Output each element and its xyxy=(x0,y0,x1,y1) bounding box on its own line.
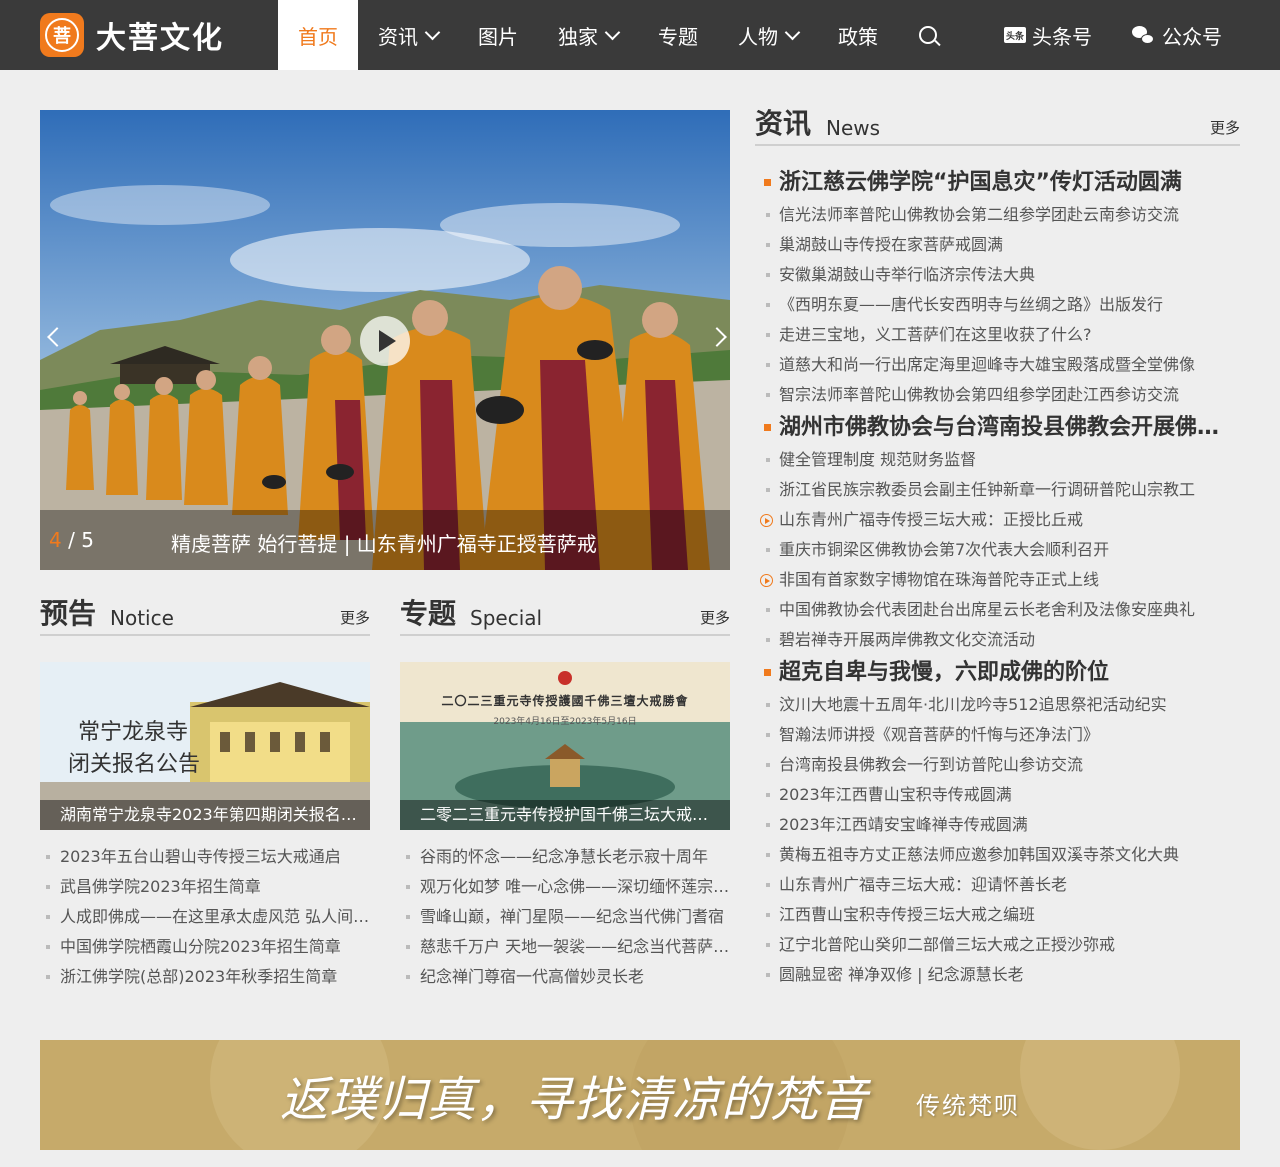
wechat-icon xyxy=(1132,26,1154,44)
special-section-header: 专题 Special 更多 xyxy=(400,597,730,636)
video-news-item[interactable]: 非国有首家数字博物馆在珠海普陀寺正式上线 xyxy=(760,565,1240,595)
search-button[interactable] xyxy=(898,0,958,70)
notice-item[interactable]: 武昌佛学院2023年招生简章 xyxy=(40,872,370,902)
special-card-caption: 二零二三重元寺传授护国千佛三坛大戒法会 xyxy=(400,800,730,830)
logo-icon: 菩 xyxy=(40,13,84,57)
news-item[interactable]: 信光法师率普陀山佛教协会第二组参学团赴云南参访交流 xyxy=(760,200,1240,230)
news-item[interactable]: 江西曹山宝积寺传授三坛大戒之编班 xyxy=(760,900,1240,930)
news-section-header: 资讯 News 更多 xyxy=(755,107,1240,146)
news-item[interactable]: 碧岩禅寺开展两岸佛教文化交流活动 xyxy=(760,625,1240,655)
news-item[interactable]: 圆融显密 禅净双修 | 纪念源慧长老 xyxy=(760,960,1240,990)
special-item[interactable]: 观万化如梦 唯一心念佛——深切缅怀莲宗大德 xyxy=(400,872,730,902)
nav-item-special[interactable]: 专题 xyxy=(638,0,718,70)
banner-title: 返璞归真，寻找清凉的梵音 xyxy=(280,1072,869,1128)
news-headline[interactable]: 浙江慈云佛学院“护国息灾”传灯活动圆满 xyxy=(760,165,1240,200)
nav-item-news[interactable]: 资讯 xyxy=(358,0,458,70)
news-item[interactable]: 健全管理制度 规范财务监督 xyxy=(760,445,1240,475)
search-icon xyxy=(919,26,937,44)
special-item[interactable]: 纪念禅门尊宿一代高僧妙灵长老 xyxy=(400,962,730,992)
news-item[interactable]: 台湾南投县佛教会一行到访普陀山参访交流 xyxy=(760,750,1240,780)
news-item[interactable]: 走进三宝地，义工菩萨们在这里收获了什么? xyxy=(760,320,1240,350)
site-logo[interactable]: 菩 大菩文化 xyxy=(40,13,224,57)
notice-item[interactable]: 浙江佛学院(总部)2023年秋季招生简章 xyxy=(40,962,370,992)
news-item[interactable]: 2023年江西曹山宝积寺传戒圆满 xyxy=(760,780,1240,810)
news-headline[interactable]: 湖州市佛教协会与台湾南投县佛教会开展佛教文化交流 xyxy=(760,410,1240,445)
video-news-item[interactable]: 山东青州广福寺传授三坛大戒：正授比丘戒 xyxy=(760,505,1240,535)
news-item[interactable]: 中国佛教协会代表团赴台出席星云长老舍利及法像安座典礼 xyxy=(760,595,1240,625)
notice-list: 2023年五台山碧山寺传授三坛大戒通启 武昌佛学院2023年招生简章 人成即佛成… xyxy=(40,842,370,992)
news-item[interactable]: 汶川大地震十五周年·北川龙吟寺512追思祭祀活动纪实 xyxy=(760,690,1240,720)
banner-subtitle: 传统梵呗 xyxy=(916,1092,1020,1120)
news-item[interactable]: 巢湖鼓山寺传授在家菩萨戒圆满 xyxy=(760,230,1240,260)
notice-item[interactable]: 2023年五台山碧山寺传授三坛大戒通启 xyxy=(40,842,370,872)
notice-item[interactable]: 中国佛学院栖霞山分院2023年招生简章 xyxy=(40,932,370,962)
nav-item-exclusive[interactable]: 独家 xyxy=(538,0,638,70)
notice-section-header: 预告 Notice 更多 xyxy=(40,597,370,636)
notice-card-caption: 湖南常宁龙泉寺2023年第四期闭关报名公告 xyxy=(40,800,370,830)
news-item[interactable]: 黄梅五祖寺方丈正慈法师应邀参加韩国双溪寺茶文化大典 xyxy=(760,840,1240,870)
slide-caption-bar: 4 / 5 精虔菩萨 始行菩提 | 山东青州广福寺正授菩萨戒 xyxy=(40,510,730,570)
brand-name: 大菩文化 xyxy=(96,21,224,56)
nav-item-people[interactable]: 人物 xyxy=(718,0,818,70)
toutiao-icon: 头条 xyxy=(1004,27,1026,43)
main-nav: 首页 资讯 图片 独家 专题 人物 政策 xyxy=(278,0,958,70)
slide-caption[interactable]: 精虔菩萨 始行菩提 | 山东青州广福寺正授菩萨戒 xyxy=(171,528,597,557)
wechat-link[interactable]: 公众号 xyxy=(1132,0,1222,70)
play-icon[interactable] xyxy=(360,316,410,366)
special-item[interactable]: 雪峰山巅，禅门星陨——纪念当代佛门耆宿 xyxy=(400,902,730,932)
notice-more-link[interactable]: 更多 xyxy=(340,607,370,628)
chevron-down-icon xyxy=(424,24,441,40)
notice-item[interactable]: 人成即佛成——在这里承太虚风范 弘人间佛教 xyxy=(40,902,370,932)
news-headline[interactable]: 超克自卑与我慢，六即成佛的阶位 xyxy=(760,655,1240,690)
site-header: 菩 大菩文化 首页 资讯 图片 独家 专题 人物 政策 头条 头条号 公众号 xyxy=(0,0,1280,70)
news-item[interactable]: 智宗法师率普陀山佛教协会第四组参学团赴江西参访交流 xyxy=(760,380,1240,410)
special-more-link[interactable]: 更多 xyxy=(700,607,730,628)
promo-banner[interactable]: 返璞归真，寻找清凉的梵音 传统梵呗 xyxy=(40,1040,1240,1150)
news-item[interactable]: 智瀚法师讲授《观音菩萨的忏悔与还净法门》 xyxy=(760,720,1240,750)
nav-item-pictures[interactable]: 图片 xyxy=(458,0,538,70)
special-item[interactable]: 谷雨的怀念——纪念净慧长老示寂十周年 xyxy=(400,842,730,872)
notice-card[interactable]: 常宁龙泉寺 闭关报名公告 湖南常宁龙泉寺2023年第四期闭关报名公告 xyxy=(40,662,370,830)
news-item[interactable]: 《西明东夏——唐代长安西明寺与丝绸之路》出版发行 xyxy=(760,290,1240,320)
news-more-link[interactable]: 更多 xyxy=(1210,117,1240,138)
special-list: 谷雨的怀念——纪念净慧长老示寂十周年 观万化如梦 唯一心念佛——深切缅怀莲宗大德… xyxy=(400,842,730,992)
news-item[interactable]: 辽宁北普陀山癸卯二部僧三坛大戒之正授沙弥戒 xyxy=(760,930,1240,960)
special-card[interactable]: 二〇二三重元寺传授護國千佛三壇大戒勝會 2023年4月16日至2023年5月16… xyxy=(400,662,730,830)
news-list: 浙江慈云佛学院“护国息灾”传灯活动圆满 信光法师率普陀山佛教协会第二组参学团赴云… xyxy=(760,165,1240,990)
slide-counter: 4 / 5 xyxy=(49,528,94,552)
news-item[interactable]: 重庆市铜梁区佛教协会第7次代表大会顺利召开 xyxy=(760,535,1240,565)
news-item[interactable]: 安徽巢湖鼓山寺举行临济宗传法大典 xyxy=(760,260,1240,290)
news-item[interactable]: 道慈大和尚一行出席定海里迴峰寺大雄宝殿落成暨全堂佛像 xyxy=(760,350,1240,380)
news-item[interactable]: 山东青州广福寺三坛大戒：迎请怀善长老 xyxy=(760,870,1240,900)
nav-item-policy[interactable]: 政策 xyxy=(818,0,898,70)
nav-item-home[interactable]: 首页 xyxy=(278,0,358,70)
news-item[interactable]: 浙江省民族宗教委员会副主任钟新章一行调研普陀山宗教工 xyxy=(760,475,1240,505)
chevron-down-icon xyxy=(604,24,621,40)
special-item[interactable]: 慈悲千万户 天地一袈裟——纪念当代菩萨行者 xyxy=(400,932,730,962)
chevron-down-icon xyxy=(784,24,801,40)
toutiao-link[interactable]: 头条 头条号 xyxy=(1004,0,1092,70)
news-item[interactable]: 2023年江西靖安宝峰禅寺传戒圆满 xyxy=(760,810,1240,840)
